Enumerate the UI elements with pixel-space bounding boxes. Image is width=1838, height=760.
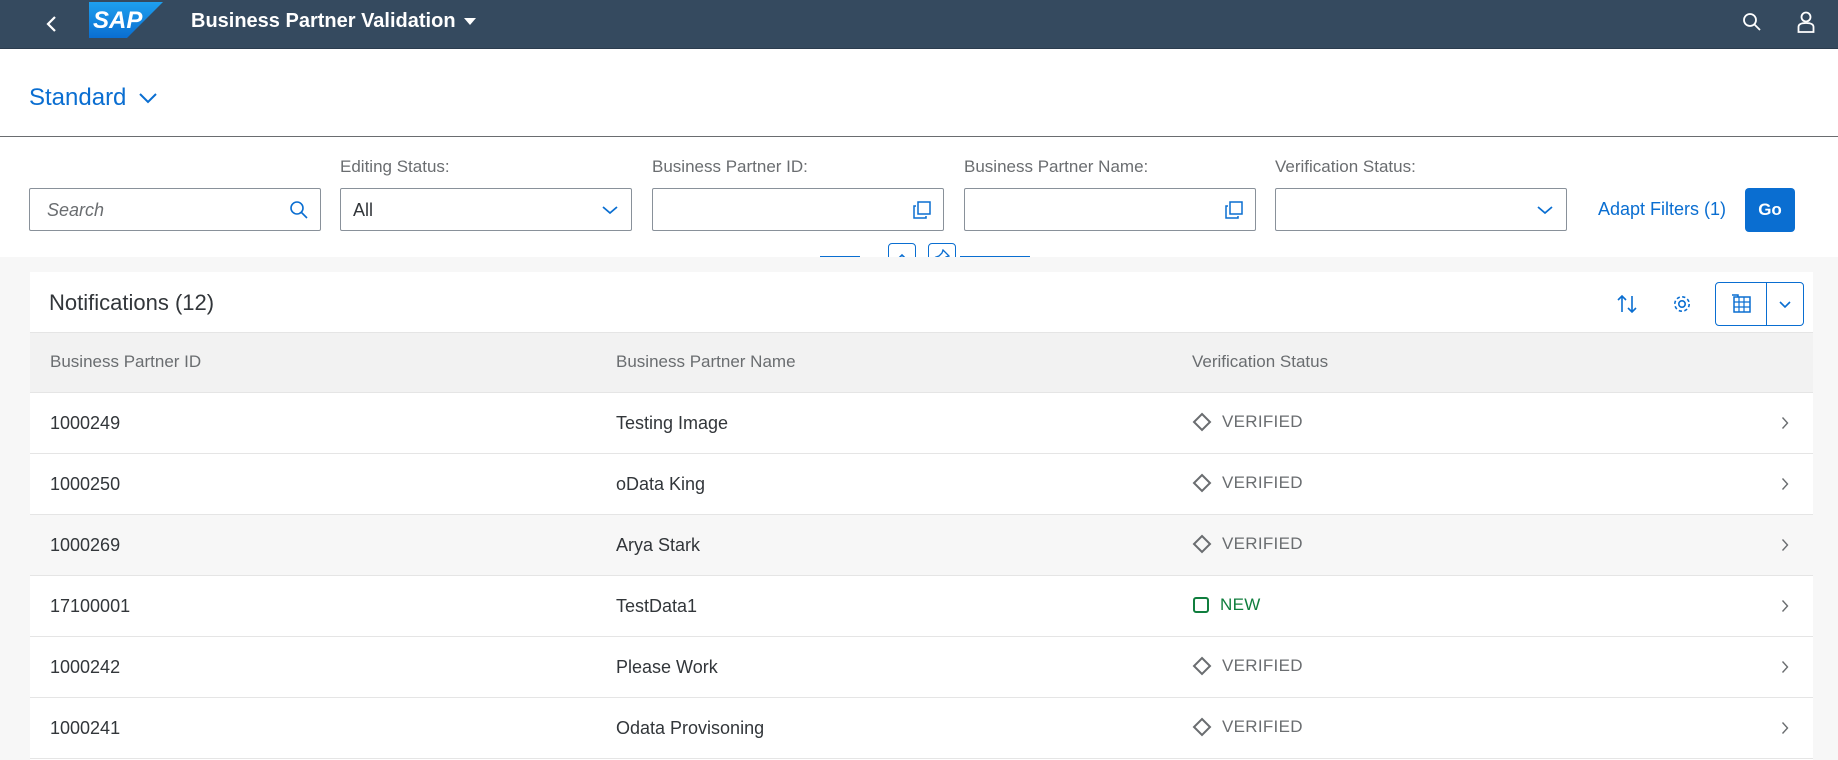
status-text: VERIFIED [1222, 473, 1303, 492]
bp-id-field[interactable] [652, 188, 944, 231]
app-title: Business Partner Validation [191, 9, 456, 32]
user-icon [1797, 11, 1815, 33]
cell-bp-id: 1000241 [50, 718, 121, 738]
search-placeholder: Search [47, 200, 105, 220]
editing-status-label: Editing Status: [340, 157, 450, 176]
column-header-bp-id[interactable]: Business Partner ID [50, 352, 201, 372]
gear-icon [1674, 296, 1690, 312]
table-title: Notifications (12) [49, 290, 215, 315]
value-help-icon[interactable] [911, 199, 933, 221]
table-row[interactable]: 17100001 TestData1 NEW [30, 576, 1813, 637]
cell-bp-name: TestData1 [616, 596, 698, 616]
value-help-icon[interactable] [1223, 199, 1245, 221]
cell-bp-name: Testing Image [616, 413, 729, 433]
chevron-right-icon [1781, 478, 1789, 490]
go-button[interactable]: Go [1745, 188, 1795, 232]
cell-bp-id: 1000249 [50, 413, 121, 433]
status-text: NEW [1220, 595, 1261, 614]
cell-bp-id: 17100001 [50, 596, 131, 616]
column-header-bp-name[interactable]: Business Partner Name [616, 352, 796, 372]
table-row[interactable]: 1000241 Odata Provisoning VERIFIED [30, 698, 1813, 759]
chevron-down-icon [599, 199, 621, 221]
chevron-right-icon [1781, 600, 1789, 612]
user-profile-button[interactable] [1790, 6, 1822, 38]
diamond-icon [1192, 717, 1212, 737]
row-navigation[interactable] [1777, 597, 1793, 615]
export-button[interactable] [1716, 283, 1766, 325]
column-header-verification-status[interactable]: Verification Status [1192, 352, 1328, 372]
status-indicator: VERIFIED [1192, 656, 1303, 676]
chevron-right-icon [1781, 722, 1789, 734]
diamond-icon [1192, 473, 1212, 493]
row-navigation[interactable] [1777, 475, 1793, 493]
chevron-down-icon [1779, 300, 1791, 308]
bp-name-field[interactable] [964, 188, 1256, 231]
adapt-filters-button[interactable]: Adapt Filters (1) [1598, 199, 1726, 220]
cell-bp-name: Odata Provisoning [616, 718, 765, 738]
diamond-icon [1192, 656, 1212, 676]
cell-bp-name: oData King [616, 474, 706, 494]
back-arrow-icon [46, 16, 56, 32]
status-indicator: VERIFIED [1192, 412, 1303, 432]
status-indicator: VERIFIED [1192, 534, 1303, 554]
chevron-right-icon [1781, 661, 1789, 673]
editing-status-select[interactable]: All [340, 188, 632, 231]
sort-button[interactable] [1610, 287, 1644, 321]
variant-selector[interactable]: Standard [29, 84, 158, 112]
chevron-right-icon [1781, 417, 1789, 429]
table-row[interactable]: 1000250 oData King VERIFIED [30, 454, 1813, 515]
shell-search-button[interactable] [1736, 6, 1768, 38]
cell-bp-id: 1000269 [50, 535, 121, 555]
export-button-group [1715, 282, 1804, 326]
table-row[interactable]: 1000269 Arya Stark VERIFIED [30, 515, 1813, 576]
diamond-icon [1192, 412, 1212, 432]
diamond-icon [1192, 534, 1212, 554]
chevron-down-icon [1534, 199, 1556, 221]
back-button[interactable] [36, 8, 68, 40]
app-title-menu[interactable]: Business Partner Validation [191, 9, 476, 33]
verification-status-label: Verification Status: [1275, 157, 1416, 176]
cell-bp-id: 1000242 [50, 657, 121, 677]
status-text: VERIFIED [1222, 534, 1303, 553]
table-row[interactable]: 1000249 Testing Image VERIFIED [30, 393, 1813, 454]
svg-text:SAP: SAP [93, 7, 143, 34]
status-text: VERIFIED [1222, 717, 1303, 736]
shell-bar: SAP Business Partner Validation [0, 0, 1838, 49]
row-navigation[interactable] [1777, 658, 1793, 676]
variant-name: Standard [29, 84, 127, 111]
status-indicator: VERIFIED [1192, 473, 1303, 493]
status-text: VERIFIED [1222, 656, 1303, 675]
chevron-down-icon [139, 93, 158, 104]
cell-bp-name: Arya Stark [616, 535, 701, 555]
settings-button[interactable] [1665, 287, 1699, 321]
status-indicator: NEW [1192, 595, 1261, 615]
row-navigation[interactable] [1777, 719, 1793, 737]
export-menu-button[interactable] [1767, 283, 1803, 325]
verification-status-select[interactable] [1275, 188, 1567, 231]
status-indicator: VERIFIED [1192, 717, 1303, 737]
editing-status-value: All [353, 200, 374, 220]
chevron-right-icon [1781, 539, 1789, 551]
caret-down-icon [463, 17, 476, 25]
row-navigation[interactable] [1777, 414, 1793, 432]
sap-logo: SAP [89, 2, 163, 38]
search-icon[interactable] [288, 199, 310, 221]
row-navigation[interactable] [1777, 536, 1793, 554]
cell-bp-id: 1000250 [50, 474, 121, 494]
bp-id-label: Business Partner ID: [652, 157, 808, 176]
bp-name-label: Business Partner Name: [964, 157, 1149, 176]
table-header-row: Business Partner ID Business Partner Nam… [30, 332, 1813, 393]
status-text: VERIFIED [1222, 412, 1303, 431]
cell-bp-name: Please Work [616, 657, 718, 677]
sort-icon [1617, 294, 1637, 314]
search-icon [1743, 13, 1761, 31]
square-icon [1193, 597, 1209, 613]
table-row[interactable]: 1000242 Please Work VERIFIED [30, 637, 1813, 698]
export-spreadsheet-icon [1732, 294, 1751, 313]
search-input[interactable]: Search [29, 188, 321, 231]
